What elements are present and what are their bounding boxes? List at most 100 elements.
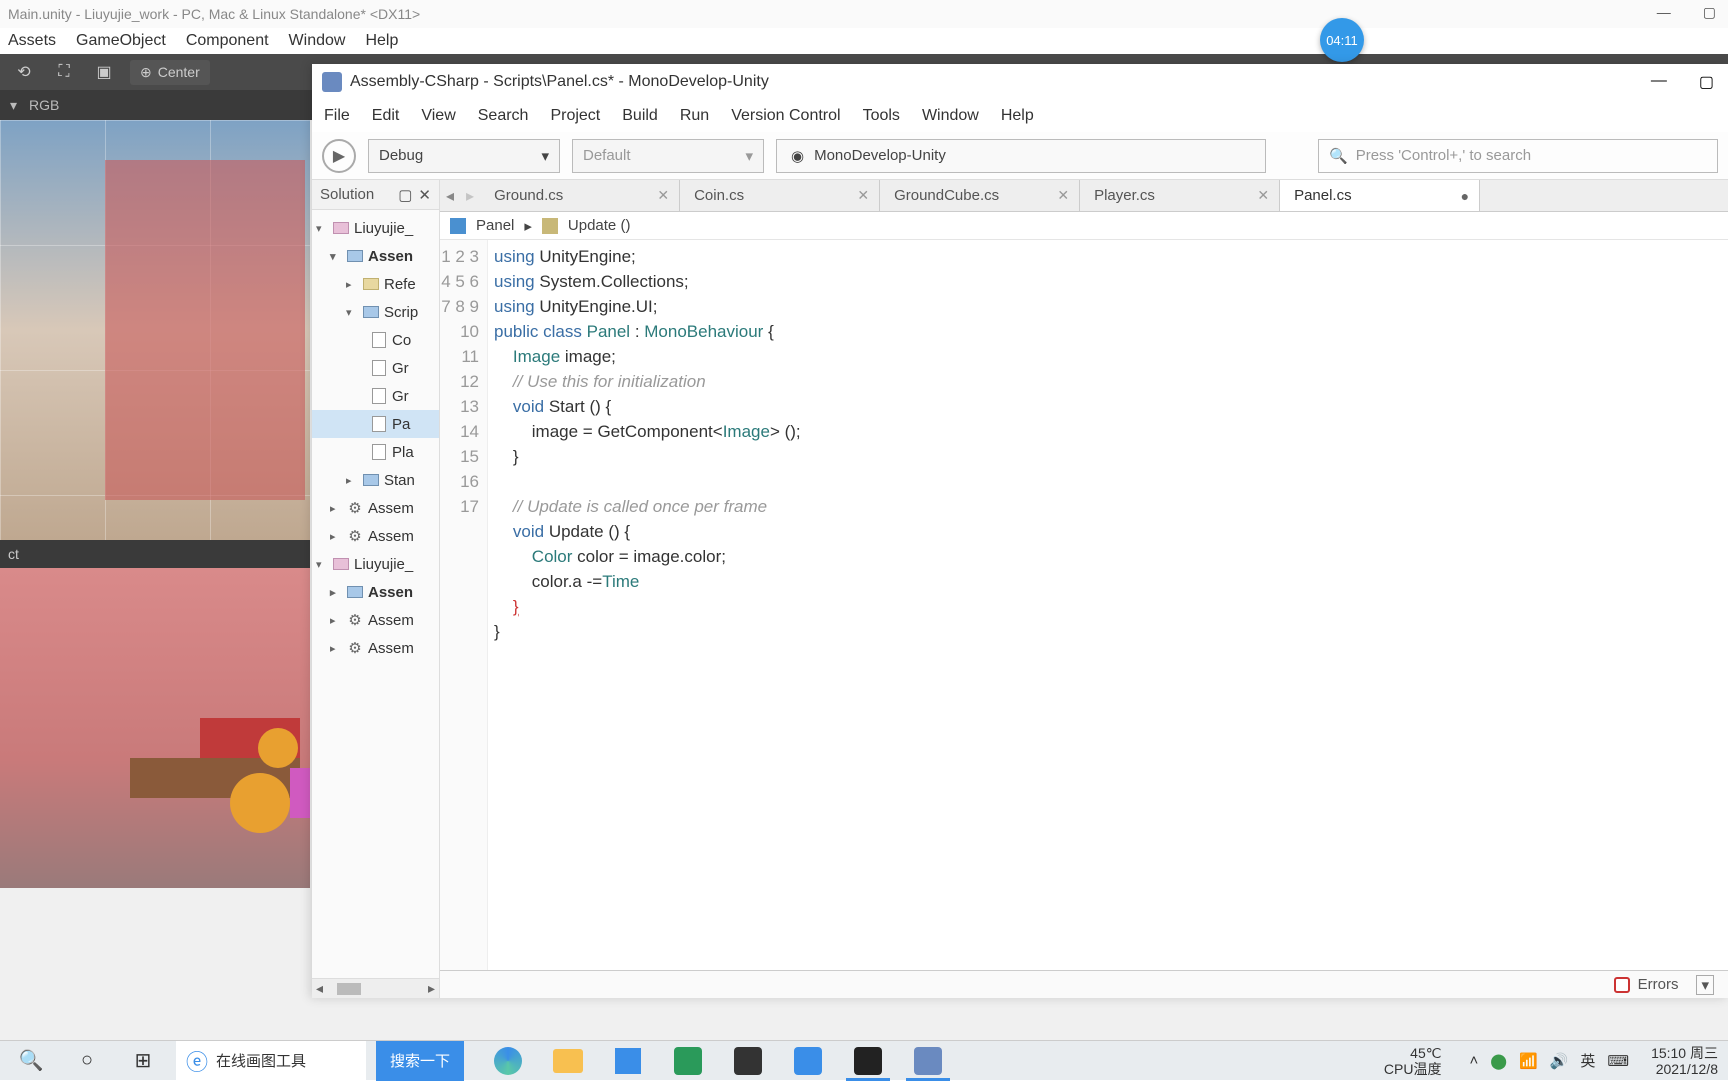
- minimize-icon[interactable]: —: [1657, 4, 1671, 21]
- menu-build[interactable]: Build: [622, 107, 658, 125]
- menu-help[interactable]: Help: [1001, 107, 1034, 125]
- taskbar-mail[interactable]: [780, 1041, 836, 1081]
- tab-groundcube[interactable]: GroundCube.cs✕: [880, 180, 1080, 211]
- tree-hscrollbar[interactable]: ◂ ▸: [312, 978, 439, 998]
- close-icon[interactable]: ✕: [1257, 187, 1269, 204]
- scene-view[interactable]: [0, 120, 310, 540]
- menu-assets[interactable]: Assets: [8, 32, 56, 50]
- tray-volume-icon[interactable]: 🔊: [1550, 1052, 1569, 1070]
- close-icon[interactable]: ✕: [418, 186, 431, 204]
- tree-assembly[interactable]: ▸⚙Assem: [312, 522, 439, 550]
- tree-file-ground[interactable]: Gr: [312, 354, 439, 382]
- tree-scripts-folder[interactable]: ▾Scrip: [312, 298, 439, 326]
- search-button[interactable]: 搜索一下: [376, 1041, 464, 1081]
- taskbar-explorer[interactable]: [540, 1041, 596, 1081]
- tree-file-panel[interactable]: Pa: [312, 410, 439, 438]
- tab-panel[interactable]: Panel.cs●: [1280, 180, 1480, 211]
- tree-assembly[interactable]: ▸⚙Assem: [312, 634, 439, 662]
- nav-back-icon[interactable]: ◂: [446, 186, 454, 206]
- taskbar-app[interactable]: [660, 1041, 716, 1081]
- tab-ground[interactable]: Ground.cs✕: [480, 180, 680, 211]
- search-icon[interactable]: 🔍: [8, 1041, 54, 1081]
- maximize-icon[interactable]: ▢: [1703, 4, 1716, 21]
- close-icon[interactable]: ✕: [1057, 187, 1069, 204]
- menu-file[interactable]: File: [324, 107, 350, 125]
- minimize-icon[interactable]: —: [1651, 72, 1667, 92]
- project-tab[interactable]: ct: [0, 540, 310, 568]
- menu-project[interactable]: Project: [550, 107, 600, 125]
- tree-references[interactable]: ▸Refe: [312, 270, 439, 298]
- aspect-dropdown[interactable]: ▾: [10, 97, 17, 114]
- tray-ime[interactable]: 英: [1580, 1050, 1595, 1071]
- breadcrumb[interactable]: Panel ▸ Update (): [440, 212, 1728, 240]
- platform-dropdown[interactable]: Default▾: [572, 139, 764, 173]
- close-icon[interactable]: ✕: [657, 187, 669, 204]
- move-icon[interactable]: ⛶: [50, 58, 78, 86]
- tree-assembly[interactable]: ▸⚙Assem: [312, 606, 439, 634]
- menu-window[interactable]: Window: [289, 32, 346, 50]
- rgb-mode[interactable]: RGB: [29, 97, 59, 113]
- menu-window[interactable]: Window: [922, 107, 979, 125]
- pin-icon[interactable]: ▢: [398, 186, 412, 204]
- errors-icon[interactable]: [1614, 977, 1630, 993]
- browser-searchbar[interactable]: ⓔ 在线画图工具: [176, 1041, 366, 1081]
- unity-titlebar[interactable]: Main.unity - Liuyujie_work - PC, Mac & L…: [0, 0, 1728, 28]
- tray-network-icon[interactable]: 📶: [1519, 1052, 1538, 1070]
- tray-keyboard-icon[interactable]: ⌨: [1607, 1052, 1629, 1070]
- scroll-thumb[interactable]: [337, 983, 361, 995]
- menu-search[interactable]: Search: [478, 107, 529, 125]
- menu-versioncontrol[interactable]: Version Control: [731, 107, 840, 125]
- tray-shield-icon[interactable]: ⬤: [1490, 1052, 1507, 1070]
- cpu-temp[interactable]: 45℃ CPU温度: [1384, 1045, 1442, 1077]
- tree-assembly[interactable]: ▾Assen: [312, 242, 439, 270]
- menu-help[interactable]: Help: [365, 32, 398, 50]
- tab-coin[interactable]: Coin.cs✕: [680, 180, 880, 211]
- tree-file-player[interactable]: Pla: [312, 438, 439, 466]
- tab-player[interactable]: Player.cs✕: [1080, 180, 1280, 211]
- pivot-mode[interactable]: ⊕ Center: [130, 60, 210, 85]
- status-menu-icon[interactable]: ▾: [1696, 975, 1714, 995]
- scroll-left-icon[interactable]: ◂: [316, 980, 323, 997]
- scroll-right-icon[interactable]: ▸: [428, 980, 435, 997]
- tree-standard-assets[interactable]: ▸Stan: [312, 466, 439, 494]
- tree-file-groundcube[interactable]: Gr: [312, 382, 439, 410]
- taskbar-edge[interactable]: [480, 1041, 536, 1081]
- taskbar-store[interactable]: [600, 1041, 656, 1081]
- close-icon[interactable]: ✕: [857, 187, 869, 204]
- maximize-icon[interactable]: ▢: [1699, 72, 1714, 92]
- taskbar-unity[interactable]: [840, 1041, 896, 1081]
- tray-chevron-icon[interactable]: ˄: [1469, 1052, 1478, 1069]
- menu-component[interactable]: Component: [186, 32, 269, 50]
- tree-assembly[interactable]: ▸⚙Assem: [312, 494, 439, 522]
- menu-view[interactable]: View: [421, 107, 455, 125]
- breadcrumb-method[interactable]: Update (): [568, 217, 631, 234]
- errors-label[interactable]: Errors: [1638, 976, 1679, 993]
- breadcrumb-class[interactable]: Panel: [476, 217, 514, 234]
- refresh-icon[interactable]: ⟲: [10, 58, 38, 86]
- device-selector[interactable]: ◉ MonoDevelop-Unity: [776, 139, 1266, 173]
- system-tray[interactable]: ˄ ⬤ 📶 🔊 英 ⌨: [1469, 1050, 1629, 1071]
- global-search[interactable]: 🔍 Press 'Control+,' to search: [1318, 139, 1718, 173]
- menu-tools[interactable]: Tools: [863, 107, 900, 125]
- nav-forward-icon[interactable]: ▸: [466, 186, 474, 206]
- menu-run[interactable]: Run: [680, 107, 709, 125]
- run-button[interactable]: ▶: [322, 139, 356, 173]
- game-view[interactable]: [0, 568, 310, 888]
- tree-assembly[interactable]: ▸Assen: [312, 578, 439, 606]
- solution-tree[interactable]: ▾Liuyujie_ ▾Assen ▸Refe ▾Scrip Co Gr Gr …: [312, 210, 439, 978]
- taskbar-app[interactable]: [720, 1041, 776, 1081]
- close-icon[interactable]: ●: [1461, 188, 1469, 204]
- solution-header[interactable]: Solution ▢ ✕: [312, 180, 439, 210]
- tree-solution-root[interactable]: ▾Liuyujie_: [312, 550, 439, 578]
- taskbar-monodevelop[interactable]: [900, 1041, 956, 1081]
- tree-file-coin[interactable]: Co: [312, 326, 439, 354]
- taskbar-clock[interactable]: 15:10 周三 2021/12/8: [1651, 1045, 1718, 1077]
- code-editor[interactable]: 1 2 3 4 5 6 7 8 9 10 11 12 13 14 15 16 1…: [440, 240, 1728, 970]
- tree-solution-root[interactable]: ▾Liuyujie_: [312, 214, 439, 242]
- config-dropdown[interactable]: Debug▾: [368, 139, 560, 173]
- menu-gameobject[interactable]: GameObject: [76, 32, 166, 50]
- menu-edit[interactable]: Edit: [372, 107, 400, 125]
- mono-titlebar[interactable]: Assembly-CSharp - Scripts\Panel.cs* - Mo…: [312, 64, 1728, 100]
- code-content[interactable]: using UnityEngine; using System.Collecti…: [488, 240, 1728, 970]
- cortana-icon[interactable]: ○: [64, 1041, 110, 1081]
